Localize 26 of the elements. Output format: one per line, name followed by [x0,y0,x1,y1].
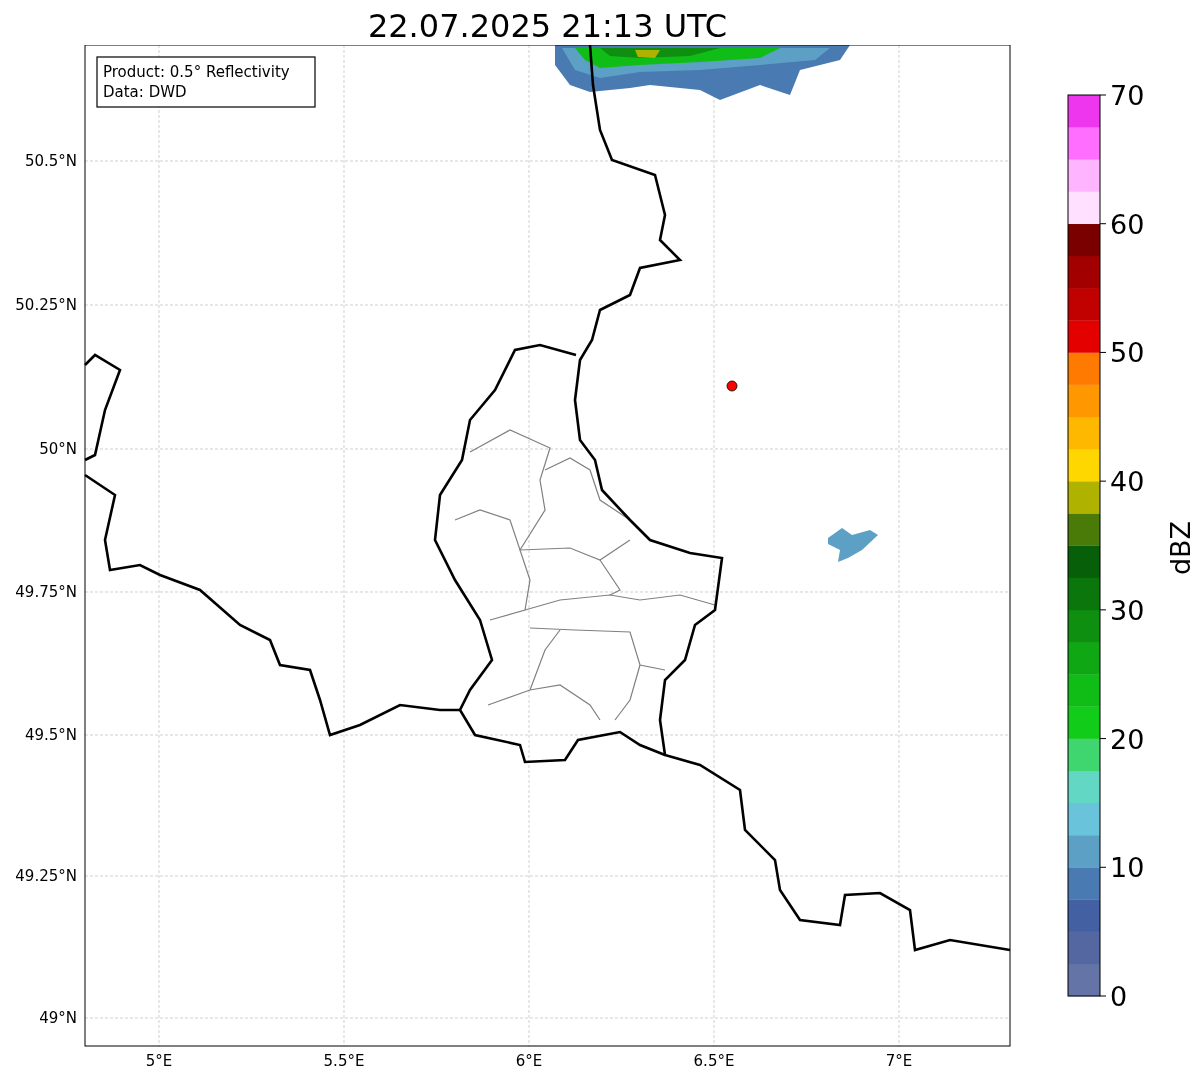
axis-tick-label: 50°N [39,440,77,458]
axis-tick-label: 50.25°N [15,296,77,314]
colorbar-tick-label: 20 [1110,723,1145,755]
colorbar-tick-label: 70 [1110,80,1145,111]
colorbar-tick-label: 0 [1110,981,1128,1012]
chart-title: 22.07.2025 21:13 UTC [366,6,729,45]
axis-tick-label: 49.25°N [15,867,77,885]
colorbar-label: dBZ [1165,520,1196,576]
axis-tick-label: 50.5°N [24,152,77,170]
colorbar-tick-label: 10 [1110,852,1145,884]
colorbar-tick-label: 30 [1110,594,1145,626]
axis-tick-label: 6.5°E [693,1052,735,1070]
colorbar-tick-label: 50 [1110,337,1145,369]
axis-tick-label: 6°E [515,1052,543,1070]
legend-text: Data: DWD [103,83,187,101]
legend-text: Product: 0.5° Reflectivity [103,63,290,81]
colorbar-tick-label: 40 [1110,466,1145,498]
axis-tick-label: 49°N [39,1009,77,1027]
axis-tick-label: 5°E [145,1052,173,1070]
location-marker [726,380,738,392]
axis-tick-label: 49.75°N [15,583,77,601]
radar-echo [828,528,878,562]
colorbar-tick-label: 60 [1110,208,1145,240]
axis-tick-label: 5.5°E [323,1052,365,1070]
axis-tick-label: 49.5°N [24,726,77,744]
axis-tick-label: 7°E [885,1052,913,1070]
